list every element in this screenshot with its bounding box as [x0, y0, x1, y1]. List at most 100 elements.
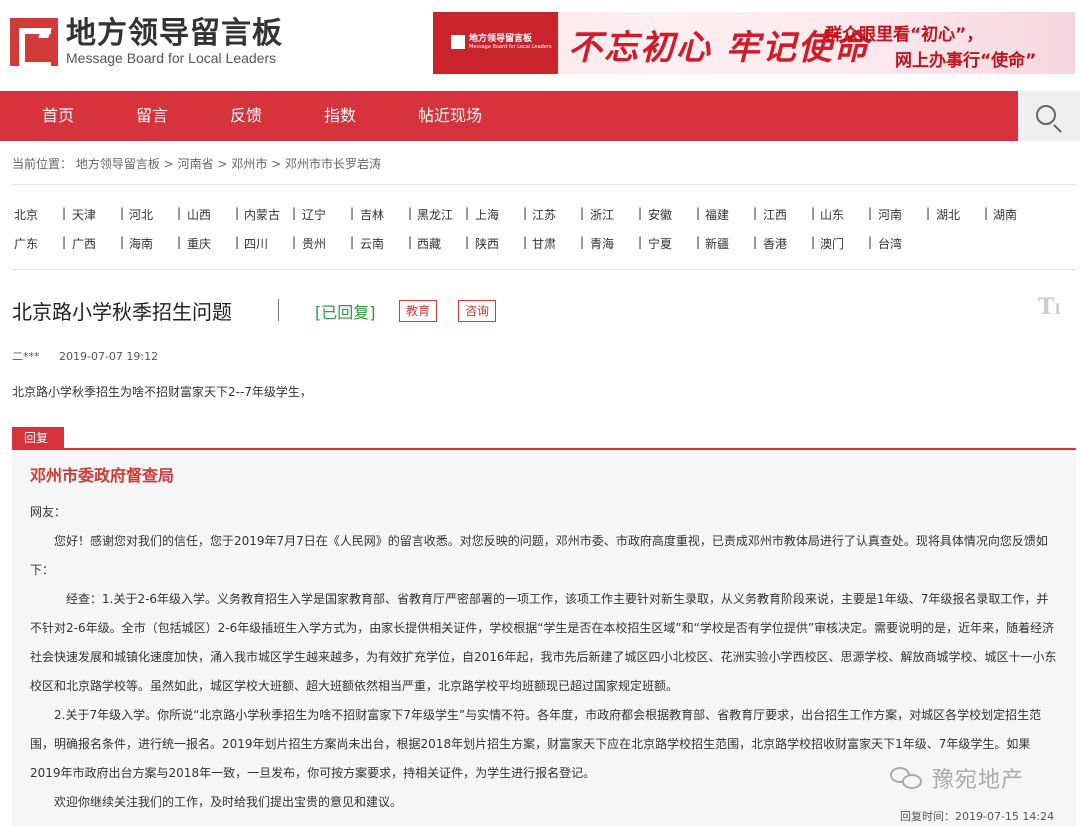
province-link[interactable]: 新疆 — [705, 235, 729, 252]
province-separator: | — [868, 235, 873, 249]
province-link[interactable]: 河北 — [129, 206, 153, 223]
province-separator: | — [523, 235, 528, 249]
province-link[interactable]: 江西 — [763, 206, 787, 223]
province-separator: | — [753, 206, 758, 220]
province-link[interactable]: 台湾 — [878, 235, 902, 252]
province-separator: | — [120, 235, 125, 249]
main-nav: 首页 留言 反馈 指数 帖近现场 — [0, 91, 1080, 141]
province-link[interactable]: 河南 — [878, 206, 902, 223]
logo-text: 地方领导留言板 Message Board for Local Leaders — [66, 16, 283, 67]
province-link[interactable]: 四川 — [244, 235, 268, 252]
breadcrumb: 当前位置： 地方领导留言板 > 河南省 > 邓州市 > 邓州市市长罗岩涛 — [12, 155, 381, 172]
banner-brand-panel: 地方领导留言板 Message Board for Local Leaders — [433, 12, 558, 74]
province-separator: | — [292, 206, 297, 220]
nav-item-index[interactable]: 指数 — [324, 91, 356, 141]
reply-paragraph: 您好！感谢您对我们的信任，您于2019年7月7日在《人民网》的留言收悉。对您反映… — [30, 534, 1048, 577]
province-link[interactable]: 云南 — [360, 235, 384, 252]
breadcrumb-item-province[interactable]: 河南省 — [178, 157, 214, 171]
province-link[interactable]: 上海 — [475, 206, 499, 223]
divider — [12, 269, 1076, 270]
province-row-2: 广东 | 广西 | 海南 | 重庆 | 四川 | 贵州 | 云南 | 西藏 | 陕西 | 甘肃 | 青海 | 宁夏 | 新疆 | 香… — [14, 235, 1074, 251]
province-link[interactable]: 吉林 — [360, 206, 384, 223]
province-separator: | — [811, 235, 816, 249]
province-link[interactable]: 北京 — [14, 206, 38, 223]
province-link[interactable]: 天津 — [72, 206, 96, 223]
province-link[interactable]: 山西 — [187, 206, 211, 223]
province-separator: | — [120, 206, 125, 220]
status-badge: [已回复] — [315, 303, 376, 322]
province-separator: | — [465, 235, 470, 249]
nav-item-messages[interactable]: 留言 — [136, 91, 168, 141]
province-link[interactable]: 海南 — [129, 235, 153, 252]
logo-title: 地方领导留言板 — [66, 16, 283, 51]
province-link[interactable]: 陕西 — [475, 235, 499, 252]
province-link[interactable]: 贵州 — [302, 235, 326, 252]
breadcrumb-item-city[interactable]: 邓州市 — [231, 157, 267, 171]
province-link[interactable]: 广东 — [14, 235, 38, 252]
wechat-icon — [890, 765, 924, 791]
site-logo[interactable]: 地方领导留言板 Message Board for Local Leaders — [10, 16, 283, 68]
breadcrumb-separator: > — [217, 157, 228, 171]
campaign-banner[interactable]: 地方领导留言板 Message Board for Local Leaders … — [433, 12, 1075, 74]
banner-line-2: 网上办事行“使命” — [895, 51, 1037, 71]
province-separator: | — [292, 235, 297, 249]
province-link[interactable]: 青海 — [590, 235, 614, 252]
banner-logo-icon — [451, 35, 465, 49]
province-separator: | — [465, 206, 470, 220]
province-link[interactable]: 湖南 — [993, 206, 1017, 223]
province-link[interactable]: 重庆 — [187, 235, 211, 252]
province-link[interactable]: 宁夏 — [648, 235, 672, 252]
province-link[interactable]: 内蒙古 — [244, 206, 280, 223]
province-separator: | — [177, 235, 182, 249]
nav-item-feedback[interactable]: 反馈 — [230, 91, 262, 141]
province-separator: | — [984, 206, 989, 220]
reply-tab: 回复 — [12, 427, 64, 449]
province-separator: | — [235, 206, 240, 220]
nav-item-home[interactable]: 首页 — [42, 91, 74, 141]
province-link[interactable]: 西藏 — [417, 235, 441, 252]
province-link[interactable]: 山东 — [820, 206, 844, 223]
province-link[interactable]: 福建 — [705, 206, 729, 223]
province-link[interactable]: 辽宁 — [302, 206, 326, 223]
breadcrumb-prefix: 当前位置： — [12, 157, 73, 171]
province-separator: | — [523, 206, 528, 220]
province-separator: | — [62, 206, 67, 220]
font-size-icon[interactable]: TI — [1038, 294, 1061, 320]
nav-item-live[interactable]: 帖近现场 — [418, 91, 482, 141]
province-link[interactable]: 湖北 — [936, 206, 960, 223]
province-link[interactable]: 香港 — [763, 235, 787, 252]
logo-mark-icon — [10, 18, 58, 68]
province-link[interactable]: 澳门 — [820, 235, 844, 252]
province-separator: | — [868, 206, 873, 220]
message-title: 北京路小学秋季招生问题 — [12, 300, 232, 324]
tag-education[interactable]: 教育 — [399, 300, 438, 322]
province-link[interactable]: 安徽 — [648, 206, 672, 223]
province-link[interactable]: 江苏 — [532, 206, 556, 223]
reply-time: 回复时间：2019-07-15 14:24 — [900, 810, 1055, 823]
province-link[interactable]: 黑龙江 — [417, 206, 453, 223]
title-divider — [278, 299, 279, 321]
province-separator: | — [696, 206, 701, 220]
message-meta: 二*** 2019-07-07 19:12 — [12, 348, 158, 364]
province-separator: | — [811, 206, 816, 220]
province-separator: | — [62, 235, 67, 249]
province-separator: | — [177, 206, 182, 220]
province-separator: | — [350, 206, 355, 220]
province-separator: | — [753, 235, 758, 249]
site-header: 地方领导留言板 Message Board for Local Leaders … — [0, 0, 1080, 90]
banner-line-1: 群众眼里看“初心”， — [825, 25, 984, 45]
banner-logo: 地方领导留言板 Message Board for Local Leaders — [451, 34, 552, 50]
search-button[interactable] — [1018, 91, 1080, 141]
province-separator: | — [580, 206, 585, 220]
province-link[interactable]: 广西 — [72, 235, 96, 252]
breadcrumb-separator: > — [163, 157, 174, 171]
banner-logo-title: 地方领导留言板 — [469, 34, 533, 44]
province-separator: | — [638, 235, 643, 249]
author-name: 二*** — [12, 350, 40, 363]
logo-subtitle: Message Board for Local Leaders — [66, 50, 277, 66]
province-link[interactable]: 浙江 — [590, 206, 614, 223]
province-link[interactable]: 甘肃 — [532, 235, 556, 252]
breadcrumb-item-leader[interactable]: 邓州市市长罗岩涛 — [285, 157, 381, 171]
tag-consult[interactable]: 咨询 — [458, 300, 497, 322]
breadcrumb-item-board[interactable]: 地方领导留言板 — [76, 157, 160, 171]
